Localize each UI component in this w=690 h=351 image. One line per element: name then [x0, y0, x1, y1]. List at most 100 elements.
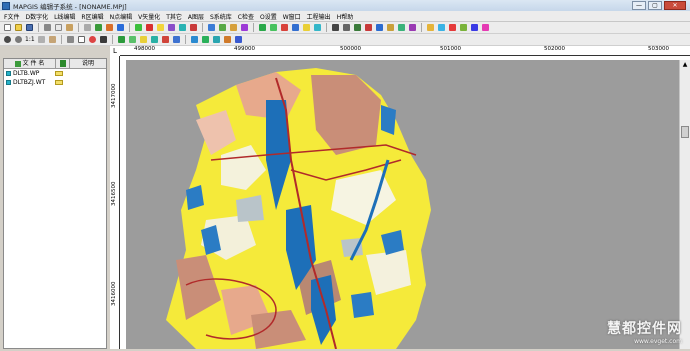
region-copy-icon[interactable] [459, 23, 468, 32]
arc-icon[interactable] [397, 23, 406, 32]
menu-window[interactable]: W窗口 [283, 12, 301, 21]
hand-icon[interactable] [48, 35, 57, 44]
panel-header: 文 件 名 说明 [4, 59, 106, 69]
new-file-icon[interactable] [3, 23, 12, 32]
zoom-out-icon[interactable] [14, 35, 23, 44]
save-icon[interactable] [25, 23, 34, 32]
file-row[interactable]: DLTBZJ.WT [4, 78, 106, 87]
ruler-corner: L [110, 46, 120, 56]
menu-system-library[interactable]: S系统库 [210, 12, 232, 21]
menu-line-edit[interactable]: L线编辑 [54, 12, 75, 21]
window-icon[interactable] [77, 35, 86, 44]
menu-settings[interactable]: O设置 [260, 12, 277, 21]
grid-icon[interactable] [99, 35, 108, 44]
scroll-up-arrow-icon[interactable]: ▲ [680, 60, 690, 70]
arrow-right-icon[interactable] [223, 35, 232, 44]
yellow-layer-icon[interactable] [139, 35, 148, 44]
zoom-1-1-button[interactable]: 1:1 [25, 36, 35, 43]
land-parcel-blue [351, 292, 374, 318]
region-color-icon[interactable] [481, 23, 490, 32]
menu-vectorize[interactable]: V矢量化 [138, 12, 160, 21]
y-tick-label: 3416500 [111, 181, 117, 207]
green-tool-icon[interactable] [258, 23, 267, 32]
land-use-map[interactable] [126, 60, 679, 350]
pin-icon[interactable] [353, 23, 362, 32]
region-merge-icon[interactable] [437, 23, 446, 32]
line-tool-icon[interactable] [145, 23, 154, 32]
copy-icon[interactable] [54, 23, 63, 32]
menu-file[interactable]: F文件 [4, 12, 19, 21]
project-panel: 文 件 名 说明 DLTB.WP DLTBZJ.WT [3, 58, 107, 349]
menu-region-edit[interactable]: R区编辑 [81, 12, 103, 21]
attribute-icon[interactable] [207, 23, 216, 32]
column-header-desc[interactable]: 说明 [70, 59, 106, 68]
zoom-in-icon[interactable] [3, 35, 12, 44]
blue-layer-icon[interactable] [172, 35, 181, 44]
vertical-scrollbar[interactable]: ▲ [679, 60, 690, 349]
point-tool-icon[interactable] [134, 23, 143, 32]
menu-check[interactable]: C检查 [238, 12, 254, 21]
watermark-title: 慧都控件网 [607, 321, 682, 337]
flag-icon[interactable] [364, 23, 373, 32]
column-header-layer[interactable] [56, 59, 70, 68]
folder-icon [55, 71, 63, 76]
query-icon[interactable] [218, 23, 227, 32]
label-tool-icon[interactable] [167, 23, 176, 32]
green-layer-icon[interactable] [117, 35, 126, 44]
select-icon[interactable] [116, 23, 125, 32]
region-split-icon[interactable] [448, 23, 457, 32]
toolbar-separator [202, 23, 203, 32]
toolbar-separator [253, 23, 254, 32]
blue-tool-icon[interactable] [291, 23, 300, 32]
node-icon[interactable] [375, 23, 384, 32]
red-tool-icon[interactable] [280, 23, 289, 32]
measure-icon[interactable] [229, 23, 238, 32]
menu-help[interactable]: H帮助 [337, 12, 354, 21]
pan-icon[interactable] [37, 35, 46, 44]
window-controls: — ▢ ✕ [632, 1, 686, 10]
column-header-name[interactable]: 文 件 名 [4, 59, 56, 68]
scroll-thumb[interactable] [681, 126, 689, 138]
vertex-icon[interactable] [386, 23, 395, 32]
menu-digitize[interactable]: D数字化 [25, 12, 48, 21]
layer-visible-checkbox[interactable] [6, 71, 11, 76]
snap-icon[interactable] [240, 23, 249, 32]
refresh-icon[interactable] [66, 35, 75, 44]
spline-icon[interactable] [408, 23, 417, 32]
layer-icon[interactable] [94, 23, 103, 32]
paste-icon[interactable] [65, 23, 74, 32]
layer-visible-checkbox[interactable] [6, 80, 11, 85]
toolbar-separator [78, 23, 79, 32]
region-fill-icon[interactable] [426, 23, 435, 32]
full-view-icon[interactable] [88, 35, 97, 44]
delete-tool-icon[interactable] [189, 23, 198, 32]
red-layer-icon[interactable] [161, 35, 170, 44]
file-row[interactable]: DLTB.WP [4, 69, 106, 78]
teal-layer-icon[interactable] [150, 35, 159, 44]
region-tool-icon[interactable] [156, 23, 165, 32]
menu-point-edit[interactable]: N点编辑 [110, 12, 133, 21]
move-tool-icon[interactable] [178, 23, 187, 32]
layer-up-icon[interactable] [234, 35, 243, 44]
arrow-down-icon[interactable] [201, 35, 210, 44]
open-folder-icon[interactable] [14, 23, 23, 32]
print-icon[interactable] [83, 23, 92, 32]
cut-icon[interactable] [43, 23, 52, 32]
edit-icon[interactable] [105, 23, 114, 32]
menu-other[interactable]: T其它 [166, 12, 182, 21]
dropdown-arrow-icon[interactable] [342, 23, 351, 32]
arrow-up-icon[interactable] [190, 35, 199, 44]
green-layer-icon[interactable] [128, 35, 137, 44]
menu-project-output[interactable]: 工程输出 [307, 12, 331, 21]
cyan-tool-icon[interactable] [313, 23, 322, 32]
arrow-left-icon[interactable] [212, 35, 221, 44]
region-pattern-icon[interactable] [470, 23, 479, 32]
map-canvas[interactable] [126, 60, 679, 350]
maximize-button[interactable]: ▢ [648, 1, 662, 10]
yellow-tool-icon[interactable] [302, 23, 311, 32]
pen-icon[interactable] [331, 23, 340, 32]
green-tool-icon[interactable] [269, 23, 278, 32]
menu-layer[interactable]: A图层 [188, 12, 204, 21]
minimize-button[interactable]: — [632, 1, 646, 10]
close-button[interactable]: ✕ [664, 1, 686, 10]
